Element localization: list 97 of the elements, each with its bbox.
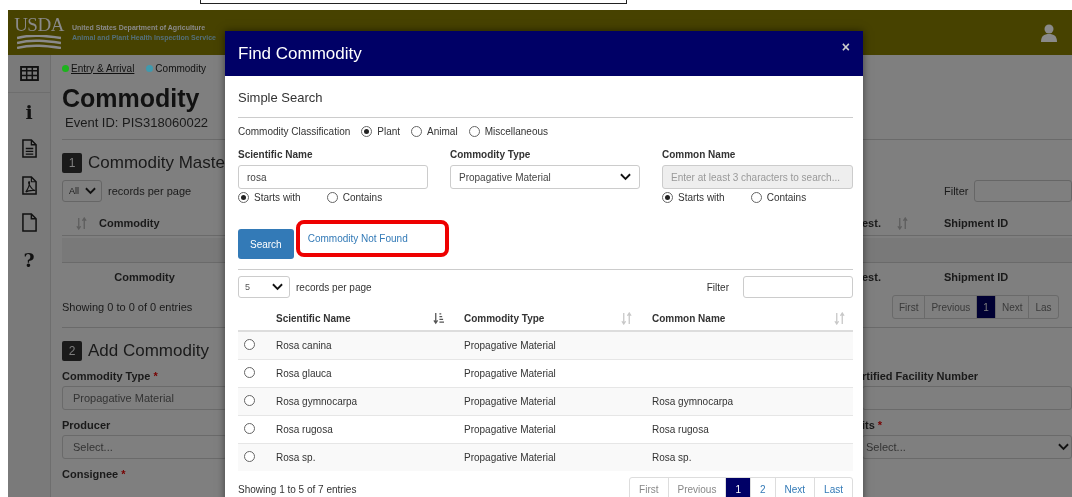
table-cell: Rosa rugosa bbox=[652, 424, 709, 435]
radio-label[interactable]: Miscellaneous bbox=[484, 126, 548, 137]
logo: USDA bbox=[14, 16, 64, 34]
pagination-button[interactable]: Next bbox=[994, 296, 1029, 318]
pagination-button[interactable]: 1 bbox=[976, 296, 995, 318]
radio-button[interactable] bbox=[244, 423, 255, 434]
radio-label[interactable]: Plant bbox=[377, 126, 401, 137]
page-title: Commodity bbox=[62, 83, 200, 113]
field-label: Common Name bbox=[662, 149, 736, 160]
column-header[interactable]: Common Name bbox=[652, 312, 726, 324]
records-label: records per page bbox=[108, 185, 192, 197]
radio-button[interactable] bbox=[326, 192, 338, 203]
table-info: Showing 1 to 5 of 7 entries bbox=[238, 483, 357, 495]
table-cell: Rosa gymnocarpa bbox=[276, 396, 358, 407]
column-header[interactable]: Commodity Type bbox=[464, 312, 545, 324]
table-cell: Rosa sp. bbox=[276, 452, 316, 463]
filter-field[interactable] bbox=[974, 180, 1072, 202]
field-label: Scientific Name bbox=[238, 149, 313, 160]
field-label: Consignee bbox=[62, 468, 119, 480]
field-label: Producer bbox=[62, 419, 111, 431]
section-title: Add Commodity bbox=[88, 341, 209, 361]
required-mark: * bbox=[153, 370, 158, 382]
radio-button[interactable] bbox=[244, 339, 255, 350]
column-footer: Shipment ID bbox=[944, 271, 1009, 283]
pagination-button[interactable]: 2 bbox=[749, 478, 775, 497]
chevron-down-icon bbox=[85, 187, 96, 195]
column-header[interactable]: Scientific Name bbox=[276, 312, 351, 324]
step-number: 2 bbox=[62, 341, 82, 361]
table-cell: Rosa sp. bbox=[652, 452, 692, 463]
close-button[interactable]: × bbox=[841, 39, 850, 55]
text-field[interactable]: rosa bbox=[238, 165, 428, 189]
table-cell: Rosa gymnocarpa bbox=[652, 396, 734, 407]
radio-button[interactable] bbox=[411, 126, 423, 137]
pagination-button[interactable]: First bbox=[893, 296, 925, 318]
radio-label[interactable]: Contains bbox=[342, 192, 383, 203]
column-footer: est. bbox=[862, 271, 881, 283]
chevron-down-icon bbox=[1058, 443, 1069, 451]
sidebar-item[interactable]: ? bbox=[23, 248, 35, 271]
pagination-button[interactable]: Last bbox=[814, 478, 852, 497]
document-icon[interactable] bbox=[21, 139, 37, 158]
pagination-button[interactable]: Next bbox=[774, 478, 815, 497]
table-cell: Propagative Material bbox=[464, 368, 556, 379]
chevron-down-icon bbox=[272, 283, 283, 291]
input-field[interactable] bbox=[862, 386, 1072, 410]
table-cell: Rosa glauca bbox=[276, 368, 332, 379]
sort-ascending-icon[interactable] bbox=[433, 311, 444, 325]
dialog-title: Find Commodity bbox=[238, 43, 362, 64]
step-number: 1 bbox=[62, 153, 82, 173]
required-mark: * bbox=[877, 419, 883, 431]
radio-button[interactable] bbox=[244, 395, 255, 406]
field-label: Commodity Type bbox=[450, 149, 531, 160]
table-icon[interactable] bbox=[19, 66, 39, 81]
table-cell: Rosa canina bbox=[276, 340, 332, 351]
select-field[interactable]: Propagative Material bbox=[450, 165, 640, 189]
field-rows-icon bbox=[17, 35, 61, 49]
field-label: rtified Facility Number bbox=[862, 370, 979, 382]
radio-button[interactable] bbox=[468, 126, 480, 137]
file-icon[interactable] bbox=[21, 213, 37, 232]
radio-button[interactable] bbox=[361, 126, 373, 137]
radio-label[interactable]: Starts with bbox=[254, 192, 301, 203]
radio-label[interactable]: Animal bbox=[427, 126, 458, 137]
section-title: Commodity Maste bbox=[88, 153, 225, 173]
breadcrumb-link[interactable]: Entry & Arrival bbox=[71, 62, 135, 74]
search-button[interactable]: Search bbox=[238, 229, 294, 259]
section-title: Simple Search bbox=[238, 90, 323, 105]
column-footer: Commodity bbox=[114, 271, 175, 283]
column-header[interactable]: Shipment ID bbox=[944, 217, 1009, 229]
field-label: its bbox=[862, 419, 875, 431]
pagination-button[interactable]: 1 bbox=[725, 478, 750, 497]
breadcrumb-link[interactable]: Commodity bbox=[155, 62, 206, 74]
filter-label: Filter bbox=[706, 281, 729, 293]
required-mark: * bbox=[121, 468, 126, 480]
radio-button[interactable] bbox=[238, 192, 249, 203]
pdf-file-icon[interactable] bbox=[21, 176, 37, 195]
table-cell: Propagative Material bbox=[464, 452, 556, 463]
classification-label: Commodity Classification bbox=[238, 126, 351, 137]
event-id: Event ID: PIS318060022 bbox=[65, 115, 209, 130]
chevron-down-icon bbox=[620, 173, 631, 181]
column-header[interactable]: Commodity bbox=[99, 217, 160, 229]
table-info: Showing 0 to 0 of 0 entries bbox=[62, 301, 193, 313]
sidebar-item[interactable]: i bbox=[25, 100, 33, 123]
table-cell: Propagative Material bbox=[464, 424, 556, 435]
table-cell: Rosa rugosa bbox=[276, 424, 333, 435]
pagination-button[interactable]: Las bbox=[1028, 296, 1058, 318]
records-select[interactable]: 5 bbox=[238, 276, 290, 298]
radio-button[interactable] bbox=[244, 451, 255, 462]
table-cell: Propagative Material bbox=[464, 396, 556, 407]
records-select[interactable]: All bbox=[62, 180, 102, 202]
select-field[interactable]: Select... bbox=[862, 435, 1072, 459]
radio-button[interactable] bbox=[244, 367, 255, 378]
field-label: Commodity Type bbox=[62, 370, 151, 382]
records-label: records per page bbox=[296, 281, 372, 293]
user-icon[interactable] bbox=[1041, 23, 1057, 42]
column-header[interactable]: est. bbox=[862, 217, 881, 229]
filter-label: Filter bbox=[944, 185, 969, 197]
table-cell: Propagative Material bbox=[464, 340, 556, 351]
commodity-not-found-link[interactable]: Commodity Not Found bbox=[307, 232, 408, 244]
